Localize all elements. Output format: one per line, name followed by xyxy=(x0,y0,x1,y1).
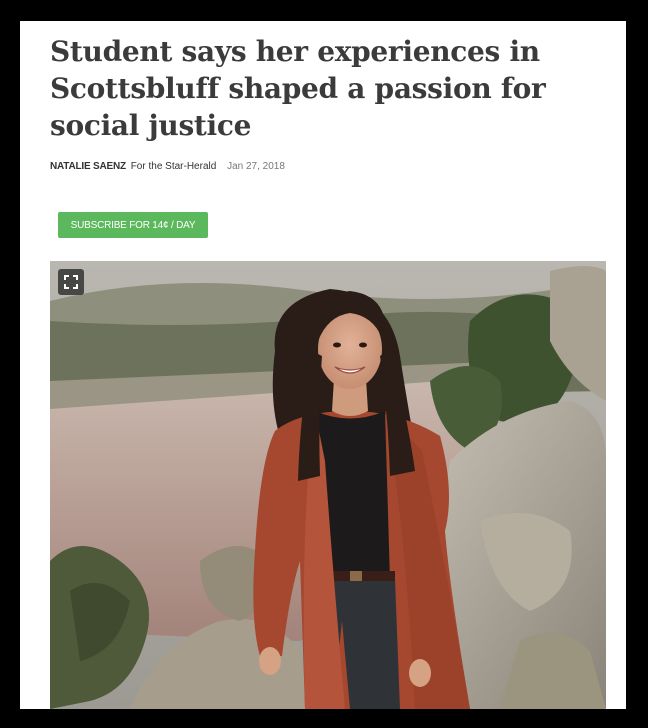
article-photo[interactable] xyxy=(50,261,606,709)
byline: NATALIE SAENZ For the Star-Herald Jan 27… xyxy=(50,161,285,172)
article-page: Student says her experiences in Scottsbl… xyxy=(20,21,626,709)
author-organization: For the Star-Herald xyxy=(130,161,217,172)
subscribe-button[interactable]: SUBSCRIBE FOR 14¢ / DAY xyxy=(58,212,208,238)
publish-date: Jan 27, 2018 xyxy=(227,161,285,172)
photo-image xyxy=(50,261,606,709)
author-name[interactable]: NATALIE SAENZ xyxy=(50,161,126,172)
expand-icon-glyph xyxy=(64,275,78,289)
expand-icon[interactable] xyxy=(58,269,84,295)
article-headline: Student says her experiences in Scottsbl… xyxy=(50,35,546,142)
